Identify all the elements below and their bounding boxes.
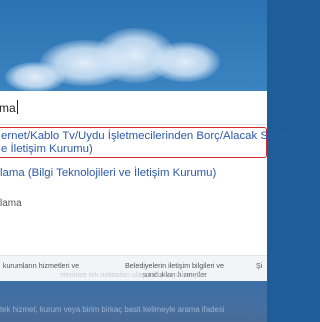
search-autocomplete-panel: ma ernet/Kablo Tv/Uydu İşletmecilerinden… [0,91,291,282]
service-card-text: Belediyelerin iletişim bilgileri ve [124,261,225,270]
service-card-text: Şi [256,261,263,270]
suggestion-label: lama [0,198,22,209]
suggestion-label: lama (Bilgi Teknolojileri ve İletişim Ku… [0,167,217,179]
suggestion-line: e İletişim Kurumu) [1,143,93,155]
service-card-text: kurumların hizmetleri ve [2,261,80,270]
search-input-value[interactable]: ma [0,100,18,115]
bottom-hint-area: tek hizmet, kurum veya birim birkaç basi… [0,281,267,322]
suggestion-item[interactable]: lama [0,191,267,217]
suggestion-item-highlighted[interactable]: ernet/Kablo Tv/Uydu İşletmecilerinden Bo… [0,127,291,158]
suggestion-item[interactable]: lama (Bilgi Teknolojileri ve İletişim Ku… [0,161,267,189]
search-input[interactable]: ma [0,91,267,125]
suggestion-spacer [0,219,267,255]
service-card[interactable]: kurumların hizmetleri ve [0,261,86,270]
text-caret [16,100,18,114]
suggestion-line: ernet/Kablo Tv/Uydu İşletmecilerinden Bo… [1,130,291,142]
ghost-text: elerinize tek noktadan ulaşabilir, başvu… [60,270,203,279]
service-cards-row: kurumların hizmetleri ve Belediyelerin i… [0,255,267,282]
search-hint-text: tek hizmet, kurum veya birim birkaç basi… [0,305,225,314]
service-card[interactable]: Şi [256,261,267,270]
